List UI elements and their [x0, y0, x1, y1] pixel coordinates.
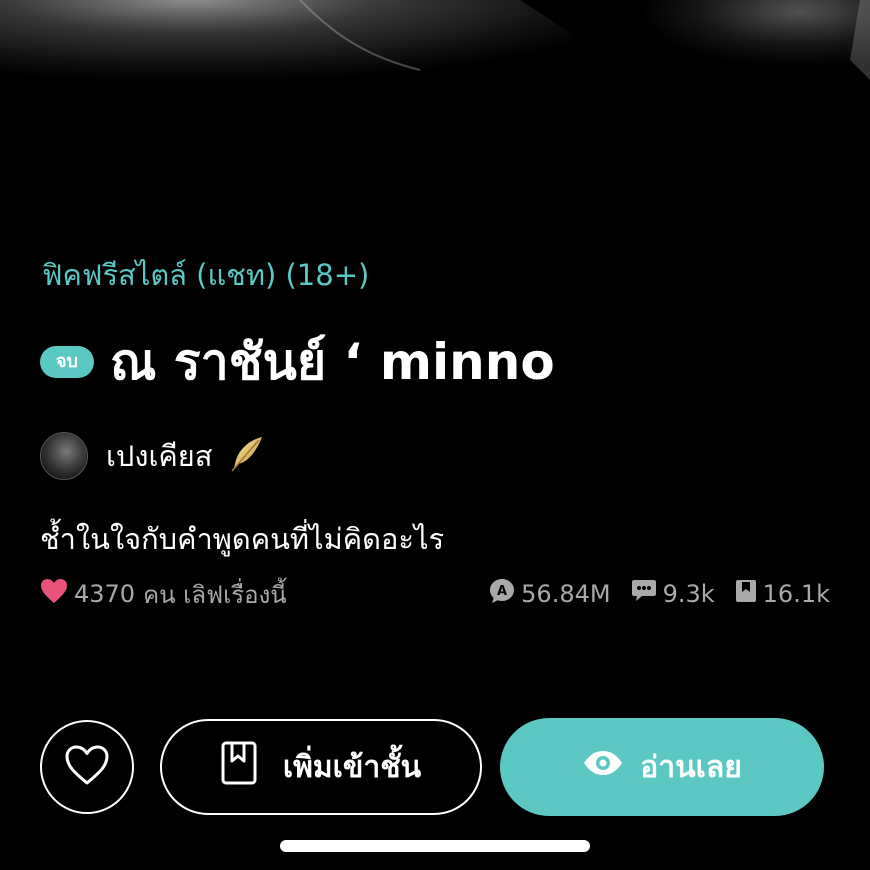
story-category[interactable]: ฟิคฟรีสไตล์ (แชท) (18+)	[42, 252, 369, 298]
author-avatar[interactable]	[40, 432, 88, 480]
comments-count: 9.3k	[662, 580, 715, 608]
love-label: คน เลิฟเรื่องนี้	[143, 580, 287, 609]
views-badge-icon: A	[489, 578, 521, 610]
add-to-library-button[interactable]: เพิ่มเข้าชั้น	[160, 719, 482, 815]
read-now-label: อ่านเลย	[640, 749, 742, 785]
feather-icon	[226, 434, 266, 478]
cover-image	[0, 0, 870, 260]
author-row[interactable]: เปงเคียส	[40, 432, 266, 480]
heart-outline-icon	[64, 744, 110, 790]
status-badge: จบ	[40, 346, 94, 378]
action-bar: เพิ่มเข้าชั้น อ่านเลย	[40, 718, 824, 816]
love-count: 4370	[74, 580, 136, 608]
views-count: 56.84M	[521, 580, 611, 608]
eye-icon	[582, 749, 640, 785]
home-indicator[interactable]	[280, 840, 590, 852]
bookmark-icon	[735, 579, 763, 609]
story-tagline: ช้ำในใจกับคำพูดคนที่ไม่คิดอะไร	[40, 522, 445, 556]
svg-text:A: A	[497, 584, 507, 599]
favorite-button[interactable]	[40, 720, 134, 814]
author-name[interactable]: เปงเคียส	[106, 433, 212, 479]
book-icon	[221, 741, 283, 793]
views-stat: A 56.84M	[489, 578, 611, 610]
bookmarks-stat: 16.1k	[735, 579, 830, 609]
love-stat: 4370 คน เลิฟเรื่องนี้	[40, 575, 287, 614]
add-to-library-label: เพิ่มเข้าชั้น	[282, 749, 422, 785]
heart-icon	[40, 578, 68, 610]
title-row: จบ ณ ราชันย์ ‘ minno	[40, 322, 555, 402]
story-stats: A 56.84M 9.3k 16.1k	[469, 578, 830, 610]
story-title: ณ ราชันย์ ‘ minno	[109, 332, 555, 391]
comments-stat: 9.3k	[631, 579, 715, 609]
comment-icon	[631, 579, 663, 609]
stats-row: 4370 คน เลิฟเรื่องนี้ A 56.84M 9.3k 16.1…	[40, 574, 830, 614]
read-now-button[interactable]: อ่านเลย	[500, 718, 824, 816]
bookmarks-count: 16.1k	[762, 580, 830, 608]
